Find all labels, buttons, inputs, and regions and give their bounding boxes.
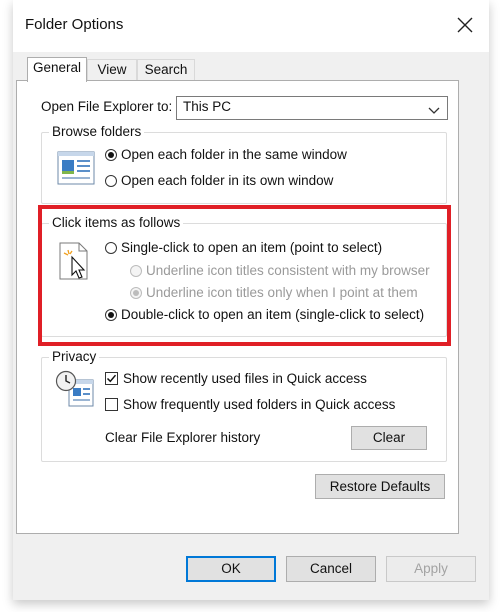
folder-window-icon	[57, 151, 95, 188]
recent-files-checkbox[interactable]: Show recently used files in Quick access	[105, 369, 367, 389]
cancel-button-label: Cancel	[309, 561, 353, 576]
clear-button[interactable]: Clear	[351, 426, 427, 450]
open-explorer-dropdown[interactable]: This PC	[176, 96, 448, 120]
own-window-label: Open each folder in its own window	[121, 173, 334, 188]
tab-general[interactable]: General	[27, 57, 87, 82]
title-bar: Folder Options	[13, 0, 489, 52]
frequent-folders-checkbox[interactable]: Show frequently used folders in Quick ac…	[105, 395, 395, 415]
tab-search-label: Search	[144, 62, 188, 77]
clear-history-label: Clear File Explorer history	[105, 430, 261, 445]
tab-view[interactable]: View	[87, 59, 137, 81]
browse-folders-group	[41, 132, 447, 204]
apply-button-label: Apply	[414, 561, 448, 576]
radio-icon	[105, 175, 117, 187]
same-window-label: Open each folder in the same window	[121, 147, 347, 162]
open-explorer-label: Open File Explorer to:	[41, 99, 173, 114]
radio-icon	[105, 309, 117, 321]
restore-defaults-button[interactable]: Restore Defaults	[315, 474, 445, 499]
double-click-radio[interactable]: Double-click to open an item (single-cli…	[105, 305, 424, 325]
underline-browser-radio[interactable]: Underline icon titles consistent with my…	[130, 261, 430, 281]
underline-point-label: Underline icon titles only when I point …	[146, 285, 418, 300]
double-click-label: Double-click to open an item (single-cli…	[121, 307, 425, 322]
checkbox-icon	[105, 398, 118, 411]
frequent-folders-label: Show frequently used folders in Quick ac…	[123, 397, 396, 412]
recent-files-label: Show recently used files in Quick access	[123, 371, 367, 386]
radio-icon	[105, 149, 117, 161]
single-click-radio[interactable]: Single-click to open an item (point to s…	[105, 238, 382, 258]
ok-button-label: OK	[221, 561, 241, 576]
apply-button[interactable]: Apply	[386, 556, 476, 582]
own-window-radio[interactable]: Open each folder in its own window	[105, 171, 333, 191]
clear-button-label: Clear	[372, 430, 406, 445]
ok-button[interactable]: OK	[186, 556, 276, 582]
tab-search[interactable]: Search	[137, 59, 195, 81]
underline-browser-label: Underline icon titles consistent with my…	[146, 263, 430, 278]
radio-icon	[130, 265, 142, 277]
browse-folders-legend: Browse folders	[49, 124, 145, 139]
tab-view-label: View	[97, 62, 127, 77]
cancel-button[interactable]: Cancel	[286, 556, 376, 582]
open-explorer-value: This PC	[183, 99, 232, 114]
history-clock-icon	[55, 370, 95, 411]
chevron-down-icon	[428, 103, 440, 118]
single-click-cursor-icon	[59, 242, 91, 283]
tab-general-label: General	[32, 60, 82, 75]
checkbox-icon	[105, 372, 118, 385]
radio-icon	[105, 242, 117, 254]
privacy-legend: Privacy	[49, 349, 100, 364]
same-window-radio[interactable]: Open each folder in the same window	[105, 145, 347, 165]
restore-defaults-label: Restore Defaults	[329, 479, 431, 494]
close-icon[interactable]	[450, 10, 480, 40]
window-title: Folder Options	[25, 16, 124, 33]
click-items-legend: Click items as follows	[49, 215, 184, 230]
single-click-label: Single-click to open an item (point to s…	[121, 240, 383, 255]
radio-icon	[130, 287, 142, 299]
underline-point-radio[interactable]: Underline icon titles only when I point …	[130, 283, 418, 303]
